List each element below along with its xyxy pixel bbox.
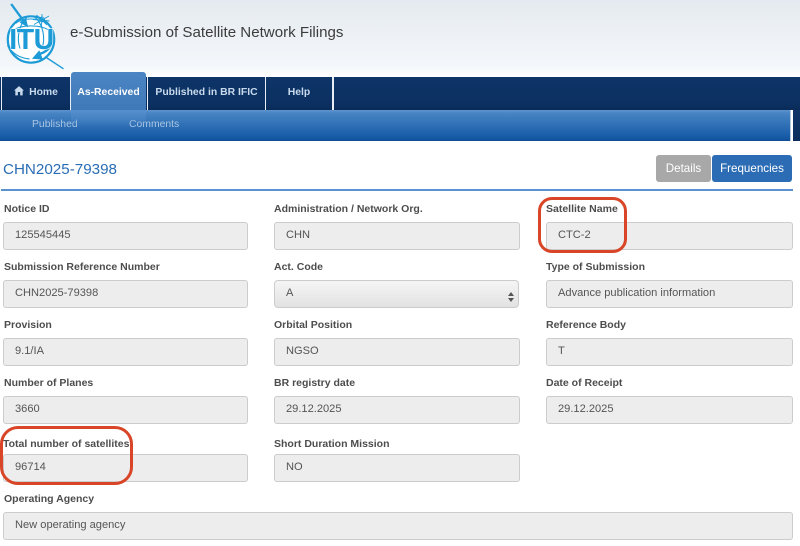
svg-text:ITU: ITU xyxy=(9,24,53,56)
